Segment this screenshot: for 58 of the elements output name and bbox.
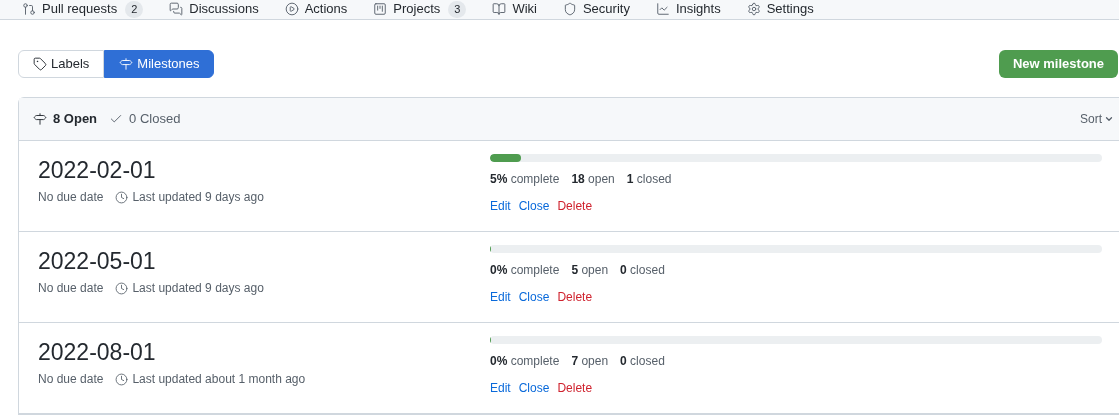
book-icon: [492, 2, 507, 16]
repository-tab[interactable]: Settings: [746, 0, 814, 18]
last-updated: Last updated 9 days ago: [132, 280, 264, 297]
last-updated: Last updated 9 days ago: [132, 189, 264, 206]
milestone-title[interactable]: 2022-05-01: [38, 247, 490, 275]
repository-tab[interactable]: Insights: [655, 0, 721, 18]
milestone-action-link[interactable]: Close: [518, 288, 550, 306]
due-date: No due date: [38, 189, 104, 206]
closed-count: 1 closed: [626, 171, 672, 188]
settings-icon: [746, 2, 761, 16]
milestone-action-link[interactable]: Edit: [490, 197, 511, 215]
check-icon: [109, 112, 124, 126]
repository-tab[interactable]: Security: [562, 0, 630, 18]
repository-tab[interactable]: Projects 3: [373, 0, 467, 18]
sort-dropdown[interactable]: Sort: [1080, 110, 1114, 128]
caret-icon: [1104, 114, 1114, 124]
repository-tab[interactable]: Pull requests 2: [22, 0, 144, 18]
milestone-action-link[interactable]: Delete: [557, 288, 593, 306]
pull-request-icon: [22, 2, 36, 16]
milestone-action-link[interactable]: Delete: [557, 197, 593, 215]
subnav-tab[interactable]: Milestones: [104, 50, 215, 78]
milestone-action-link[interactable]: Close: [518, 197, 550, 215]
open-count: 18 open: [571, 171, 615, 188]
percent-complete: 0% complete: [490, 262, 560, 279]
repository-tab[interactable]: Discussions: [169, 0, 259, 18]
state-filter-link[interactable]: 8 Open: [33, 109, 98, 129]
milestone-action-link[interactable]: Edit: [490, 379, 511, 397]
line-graph-icon: [655, 2, 670, 16]
due-date: No due date: [38, 280, 104, 297]
closed-count: 0 closed: [620, 262, 665, 279]
repository-tab[interactable]: Wiki: [492, 0, 537, 18]
clock-icon: [115, 281, 129, 295]
clock-icon: [115, 190, 129, 204]
play-icon: [284, 2, 299, 16]
percent-complete: 0% complete: [490, 353, 560, 370]
speech-bubbles-icon: [169, 2, 184, 16]
count-badge: 3: [448, 0, 467, 18]
signpost-icon: [119, 57, 134, 71]
tag-icon: [33, 57, 47, 71]
last-updated: Last updated about 1 month ago: [132, 371, 306, 388]
milestone-title[interactable]: 2022-08-01: [38, 338, 490, 366]
milestone-action-link[interactable]: Delete: [557, 379, 593, 397]
signpost-icon: [33, 112, 47, 126]
board-icon: [373, 2, 388, 16]
shield-icon: [562, 2, 577, 16]
state-filter-link[interactable]: 0 Closed: [109, 109, 181, 129]
percent-complete: 5% complete: [490, 171, 560, 188]
closed-count: 0 closed: [620, 353, 665, 370]
open-count: 7 open: [571, 353, 609, 370]
due-date: No due date: [38, 371, 104, 388]
repository-tab[interactable]: Actions: [284, 0, 348, 18]
clock-icon: [115, 372, 129, 386]
milestone-title[interactable]: 2022-02-01: [38, 156, 490, 184]
subnav-tab[interactable]: Labels: [18, 50, 105, 78]
milestone-action-link[interactable]: Close: [518, 379, 550, 397]
milestone-action-link[interactable]: Edit: [490, 288, 511, 306]
count-badge: 2: [125, 0, 144, 18]
open-count: 5 open: [571, 262, 609, 279]
